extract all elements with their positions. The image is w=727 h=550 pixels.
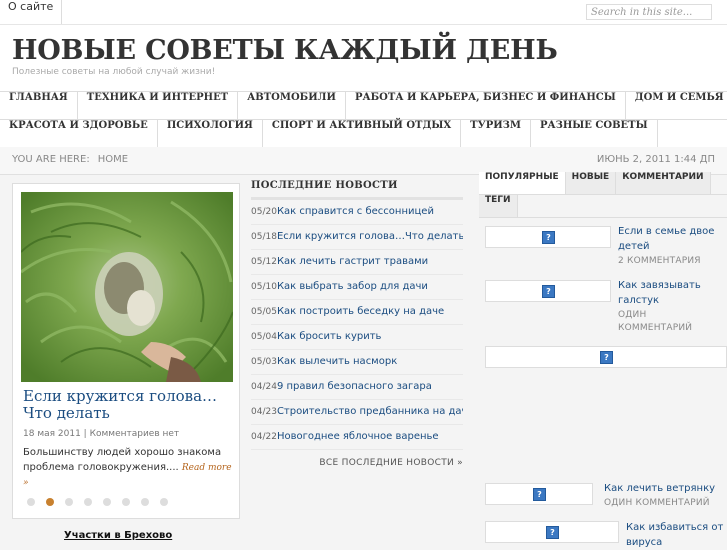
news-item: 05/05Как построить беседку на даче: [251, 300, 463, 325]
current-datetime: ИЮНЬ 2, 2011 1:44 ДП: [596, 154, 715, 165]
news-date: 04/22: [251, 432, 277, 442]
top-bar: О сайте Search in this site...: [0, 0, 727, 25]
news-title-link[interactable]: Как вылечить насморк: [277, 356, 397, 367]
breadcrumb-home-link[interactable]: HOME: [98, 154, 128, 165]
news-item: 05/10Как выбрать забор для дачи: [251, 275, 463, 300]
news-title-link[interactable]: Как справится с бессонницей: [277, 206, 434, 217]
latest-news: ПОСЛЕДНИЕ НОВОСТИ 05/20Как справится с б…: [251, 180, 463, 468]
slide-image[interactable]: [21, 192, 233, 382]
nav-item-tourism[interactable]: ТУРИЗМ: [461, 120, 531, 147]
slider-dot[interactable]: [84, 498, 92, 506]
popular-post-link[interactable]: Если в семье двое детей: [618, 224, 723, 254]
slider-pagination: [27, 498, 168, 506]
news-item: 04/23Строительство предбанника на даче: [251, 400, 463, 425]
about-link[interactable]: О сайте: [0, 0, 63, 24]
breadcrumb: YOU ARE HERE: HOME ИЮНЬ 2, 2011 1:44 ДП: [0, 147, 727, 175]
slider-dot[interactable]: [160, 498, 168, 506]
news-date: 05/12: [251, 257, 277, 267]
popular-comment-count: ОДИН КОММЕНТАРИЙ: [618, 310, 693, 333]
news-date: 04/24: [251, 382, 277, 392]
site-description: Полезные советы на любой случай жизни!: [12, 67, 216, 77]
bottom-link[interactable]: Участки в Брехово: [64, 530, 172, 541]
popular-thumbnail[interactable]: ?: [485, 226, 611, 248]
nav-item-home[interactable]: ГЛАВНАЯ: [0, 92, 78, 119]
popular-thumbnail[interactable]: ?: [485, 280, 611, 302]
image-placeholder-icon: ?: [533, 488, 546, 501]
popular-thumbnail[interactable]: ?: [485, 483, 593, 505]
news-item: 05/03Как вылечить насморк: [251, 350, 463, 375]
nav-item-psychology[interactable]: ПСИХОЛОГИЯ: [158, 120, 263, 147]
news-date: 05/18: [251, 232, 277, 242]
image-placeholder-icon: ?: [542, 231, 555, 244]
slider-dot[interactable]: [65, 498, 73, 506]
news-item: 05/04Как бросить курить: [251, 325, 463, 350]
slider-dot[interactable]: [46, 498, 54, 506]
nav-row-2: КРАСОТА И ЗДОРОВЬЕ ПСИХОЛОГИЯ СПОРТ И АК…: [0, 120, 727, 148]
slide-title[interactable]: Если кружится голова…Что делать: [23, 388, 233, 422]
popular-thumbnail[interactable]: ?: [485, 521, 619, 543]
nav-item-work[interactable]: РАБОТА И КАРЬЕРА, БИЗНЕС И ФИНАНСЫ: [346, 92, 626, 119]
popular-comment-count: ОДИН КОММЕНТАРИЙ: [604, 498, 710, 508]
tab-new[interactable]: НОВЫЕ: [565, 172, 617, 194]
news-date: 05/03: [251, 357, 277, 367]
slide-meta: 18 мая 2011 | Комментариев нет: [23, 429, 179, 439]
news-title-link[interactable]: Если кружится голова…Что делать: [277, 231, 463, 242]
slider-dot[interactable]: [141, 498, 149, 506]
popular-post-link[interactable]: Как избавиться от вируса: [626, 520, 726, 550]
news-item: 05/18Если кружится голова…Что делать: [251, 225, 463, 250]
popular-thumbnail[interactable]: ?: [485, 346, 727, 368]
breadcrumb-prefix: YOU ARE HERE:: [12, 154, 90, 165]
slider-dot[interactable]: [122, 498, 130, 506]
nav-item-sport[interactable]: СПОРТ И АКТИВНЫЙ ОТДЫХ: [263, 120, 462, 147]
slider-dot[interactable]: [27, 498, 35, 506]
news-item: 05/20Как справится с бессонницей: [251, 200, 463, 225]
tab-tags[interactable]: ТЕГИ: [479, 195, 518, 217]
news-title-link[interactable]: Как построить беседку на даче: [277, 306, 444, 317]
featured-slider: Если кружится голова…Что делать 18 мая 2…: [12, 183, 240, 519]
slide-date: 18 мая 2011: [23, 429, 81, 439]
popular-comment-count: 2 КОММЕНТАРИЯ: [618, 256, 701, 266]
news-date: 04/23: [251, 407, 277, 417]
slider-dot[interactable]: [103, 498, 111, 506]
slide-comments-link[interactable]: Комментариев нет: [90, 429, 180, 439]
nav-item-misc[interactable]: РАЗНЫЕ СОВЕТЫ: [531, 120, 658, 147]
popular-post-link[interactable]: Как лечить ветрянку: [604, 481, 724, 496]
all-news-link[interactable]: ВСЕ ПОСЛЕДНИЕ НОВОСТИ »: [251, 458, 463, 468]
tab-popular[interactable]: ПОПУЛЯРНЫЕ: [479, 172, 566, 194]
main-navigation: ГЛАВНАЯ ТЕХНИКА И ИНТЕРНЕТ АВТОМОБИЛИ РА…: [0, 91, 727, 148]
slide-excerpt: Большинству людей хорошо знакома проблем…: [23, 445, 235, 490]
news-item: 04/249 правил безопасного загара: [251, 375, 463, 400]
news-item: 05/12Как лечить гастрит травами: [251, 250, 463, 275]
search-input[interactable]: Search in this site...: [586, 4, 712, 20]
nav-row-1: ГЛАВНАЯ ТЕХНИКА И ИНТЕРНЕТ АВТОМОБИЛИ РА…: [0, 92, 727, 120]
news-title-link[interactable]: Как лечить гастрит травами: [277, 256, 428, 267]
news-title-link[interactable]: 9 правил безопасного загара: [277, 381, 432, 392]
nav-item-cars[interactable]: АВТОМОБИЛИ: [238, 92, 346, 119]
slide-meta-separator: |: [83, 429, 87, 439]
slide-photo: [21, 192, 233, 382]
image-placeholder-icon: ?: [546, 526, 559, 539]
site-header: НОВЫЕ СОВЕТЫ КАЖДЫЙ ДЕНЬ Полезные советы…: [0, 25, 727, 91]
news-list: 05/20Как справится с бессонницей 05/18Есл…: [251, 200, 463, 450]
nav-item-home-family[interactable]: ДОМ И СЕМЬЯ: [626, 92, 727, 119]
image-placeholder-icon: ?: [542, 285, 555, 298]
news-date: 05/10: [251, 282, 277, 292]
popular-post-link[interactable]: Как завязывать галстук: [618, 278, 723, 308]
site-title[interactable]: НОВЫЕ СОВЕТЫ КАЖДЫЙ ДЕНЬ: [12, 35, 558, 66]
news-title-link[interactable]: Как выбрать забор для дачи: [277, 281, 428, 292]
news-title-link[interactable]: Как бросить курить: [277, 331, 382, 342]
news-date: 05/04: [251, 332, 277, 342]
nav-item-beauty[interactable]: КРАСОТА И ЗДОРОВЬЕ: [0, 120, 158, 147]
news-date: 05/20: [251, 207, 277, 217]
news-title-link[interactable]: Строительство предбанника на даче: [277, 406, 463, 417]
news-date: 05/05: [251, 307, 277, 317]
image-placeholder-icon: ?: [600, 351, 613, 364]
nav-item-tech[interactable]: ТЕХНИКА И ИНТЕРНЕТ: [78, 92, 239, 119]
sidebar-tabs: ПОПУЛЯРНЫЕ НОВЫЕ КОММЕНТАРИИ ТЕГИ: [479, 172, 727, 218]
latest-news-heading: ПОСЛЕДНИЕ НОВОСТИ: [251, 180, 463, 200]
tab-comments[interactable]: КОММЕНТАРИИ: [616, 172, 711, 194]
news-item: 04/22Новогоднее яблочное варенье: [251, 425, 463, 450]
news-title-link[interactable]: Новогоднее яблочное варенье: [277, 431, 439, 442]
